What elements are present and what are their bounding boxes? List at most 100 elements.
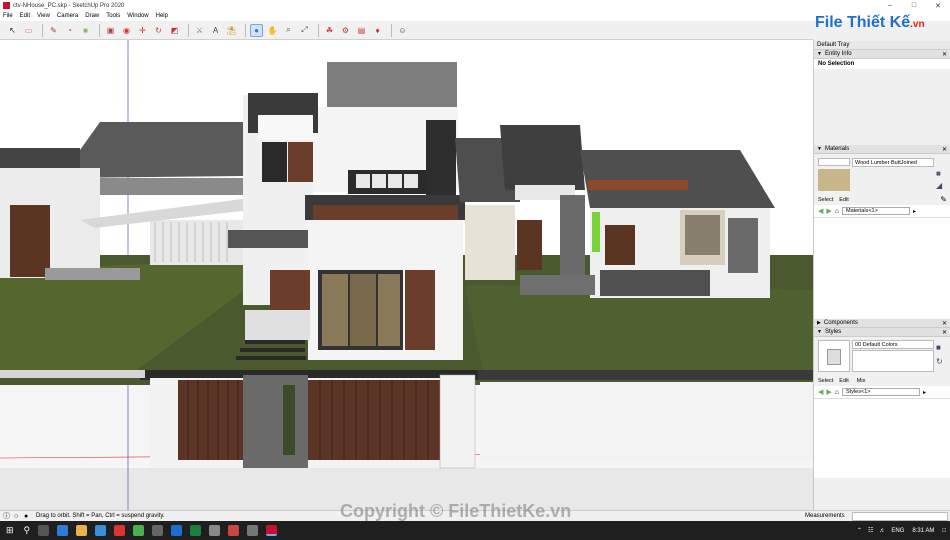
tray-chevron-icon[interactable]: ⌃	[857, 527, 862, 534]
menu-camera[interactable]: Camera	[57, 13, 78, 19]
styles-tab-mix[interactable]: Mix	[857, 378, 866, 384]
edge-icon[interactable]	[57, 525, 69, 536]
styles-tab-select[interactable]: Select	[818, 378, 833, 384]
materials-panel-header[interactable]: ▼ Materials ✕	[814, 145, 950, 154]
notification-icon[interactable]: □	[942, 528, 946, 534]
model-viewport[interactable]	[0, 40, 813, 510]
chrome-icon[interactable]	[133, 525, 145, 536]
close-icon[interactable]: ✕	[942, 51, 947, 58]
menu-edit[interactable]: Edit	[20, 13, 30, 19]
select-icon[interactable]: ↖	[6, 24, 19, 37]
store-icon[interactable]	[95, 525, 107, 536]
forward-icon[interactable]: ▶	[826, 388, 831, 396]
styles-panel-header[interactable]: ▼ Styles ✕	[814, 328, 950, 337]
close-icon[interactable]: ✕	[942, 146, 947, 153]
rotate-icon[interactable]: ↻	[152, 24, 165, 37]
style-description-field[interactable]	[852, 350, 934, 372]
extension-icon[interactable]: ⚙	[339, 24, 352, 37]
details-arrow-icon[interactable]: ▸	[923, 389, 926, 396]
layout-icon[interactable]: ▤	[355, 24, 368, 37]
pan-icon[interactable]: ✋	[266, 24, 279, 37]
entity-info-panel-header[interactable]: ▼ Entity Info ✕	[814, 50, 950, 59]
styles-collection-select[interactable]: Styles<1>	[842, 388, 921, 396]
back-icon[interactable]: ◀	[818, 388, 823, 396]
arc-icon[interactable]: ◔	[63, 24, 76, 37]
materials-collection-select[interactable]: Materials<1>	[842, 207, 911, 215]
create-material-icon[interactable]: ■	[936, 169, 941, 178]
materials-tab-edit[interactable]: Edit	[839, 197, 848, 203]
orbit-icon[interactable]: ●	[250, 23, 263, 37]
copyright-watermark: Copyright © FileThietKe.vn	[340, 501, 572, 521]
components-panel-header[interactable]: ▶ Components ✕	[814, 319, 950, 328]
app-icon[interactable]	[209, 525, 221, 536]
zoom-icon[interactable]: ⌕	[282, 24, 295, 37]
back-icon[interactable]: ◀	[818, 207, 823, 215]
zoom-extents-icon[interactable]: ⤢	[298, 24, 311, 37]
home-icon[interactable]: ⌂	[835, 389, 839, 396]
search-icon[interactable]: ⚲	[24, 525, 31, 536]
volume-icon[interactable]: ♬	[879, 528, 885, 534]
menu-file[interactable]: File	[3, 13, 13, 19]
push-pull-icon[interactable]: ▣	[104, 24, 117, 37]
file-explorer-icon[interactable]	[76, 525, 88, 536]
tape-measure-icon[interactable]: ⚔	[193, 24, 206, 37]
house-model-scene	[0, 40, 813, 510]
word-icon[interactable]	[171, 525, 183, 536]
material-name-field[interactable]: Wood Lumber ButtJoined	[852, 158, 934, 167]
app-icon[interactable]	[114, 525, 126, 536]
measurements-input[interactable]	[852, 512, 948, 521]
move-icon[interactable]: ✛	[136, 24, 149, 37]
app-icon[interactable]	[152, 525, 164, 536]
components-label: Components	[823, 320, 858, 326]
geolocation-icon[interactable]: ○	[14, 513, 18, 520]
windows-start-icon[interactable]: ⊞	[6, 525, 14, 536]
paint-bucket-icon[interactable]: ⛱	[225, 24, 238, 37]
close-button[interactable]: ✕	[926, 0, 950, 11]
scale-icon[interactable]: ◩	[168, 24, 181, 37]
autocad-icon[interactable]	[228, 525, 240, 536]
app-icon[interactable]	[247, 525, 259, 536]
toolbar-separator	[318, 23, 319, 37]
rectangle-icon[interactable]: ■	[79, 24, 92, 37]
menu-draw[interactable]: Draw	[85, 13, 99, 19]
pencil-icon[interactable]: ✎	[47, 24, 60, 37]
create-style-icon[interactable]: ■	[936, 343, 941, 352]
home-icon[interactable]: ⌂	[835, 208, 839, 215]
text-icon[interactable]: A	[209, 24, 222, 37]
menu-help[interactable]: Help	[156, 13, 168, 19]
language-indicator[interactable]: ENG	[891, 528, 904, 534]
offset-icon[interactable]: ◉	[120, 24, 133, 37]
expand-triangle-icon: ▶	[817, 320, 821, 326]
style-name-field[interactable]: 00 Default Colors	[852, 340, 934, 349]
task-view-icon[interactable]	[38, 525, 50, 536]
sketchup-taskbar-icon[interactable]	[266, 525, 278, 536]
styles-nav-row: ◀ ▶ ⌂ Styles<1> ▸	[814, 386, 950, 398]
warehouse-icon[interactable]: ☘	[323, 24, 336, 37]
menu-window[interactable]: Window	[127, 13, 148, 19]
ruby-icon[interactable]: ♦	[371, 24, 384, 37]
entity-info-value: No Selection	[814, 59, 950, 69]
styles-tab-edit[interactable]: Edit	[839, 378, 848, 384]
materials-tab-select[interactable]: Select	[818, 197, 833, 203]
help-icon[interactable]: ⓘ	[3, 511, 10, 521]
network-icon[interactable]: ☷	[868, 527, 873, 534]
styles-library-grid[interactable]	[814, 398, 950, 478]
maximize-button[interactable]: □	[902, 0, 926, 11]
close-icon[interactable]: ✕	[942, 320, 947, 327]
account-icon[interactable]: ☺	[396, 24, 409, 37]
forward-icon[interactable]: ▶	[826, 207, 831, 215]
clock-time[interactable]: 8:31 AM	[912, 528, 934, 534]
details-arrow-icon[interactable]: ▸	[913, 208, 916, 215]
eyedropper-icon[interactable]: ✎	[940, 195, 947, 204]
update-style-icon[interactable]: ↻	[936, 357, 943, 366]
credits-icon[interactable]: ●	[24, 513, 28, 520]
excel-icon[interactable]	[190, 525, 202, 536]
windows-taskbar: ⊞ ⚲ ⌃ ☷ ♬ ENG 8:31 AM □	[0, 521, 950, 540]
menu-view[interactable]: View	[37, 13, 50, 19]
display-secondary-icon[interactable]: ◢	[936, 181, 942, 190]
close-icon[interactable]: ✕	[942, 329, 947, 336]
minimize-button[interactable]: –	[878, 0, 902, 11]
eraser-icon[interactable]: ▭	[22, 24, 35, 37]
menu-tools[interactable]: Tools	[106, 13, 120, 19]
materials-library-grid[interactable]	[814, 217, 950, 319]
